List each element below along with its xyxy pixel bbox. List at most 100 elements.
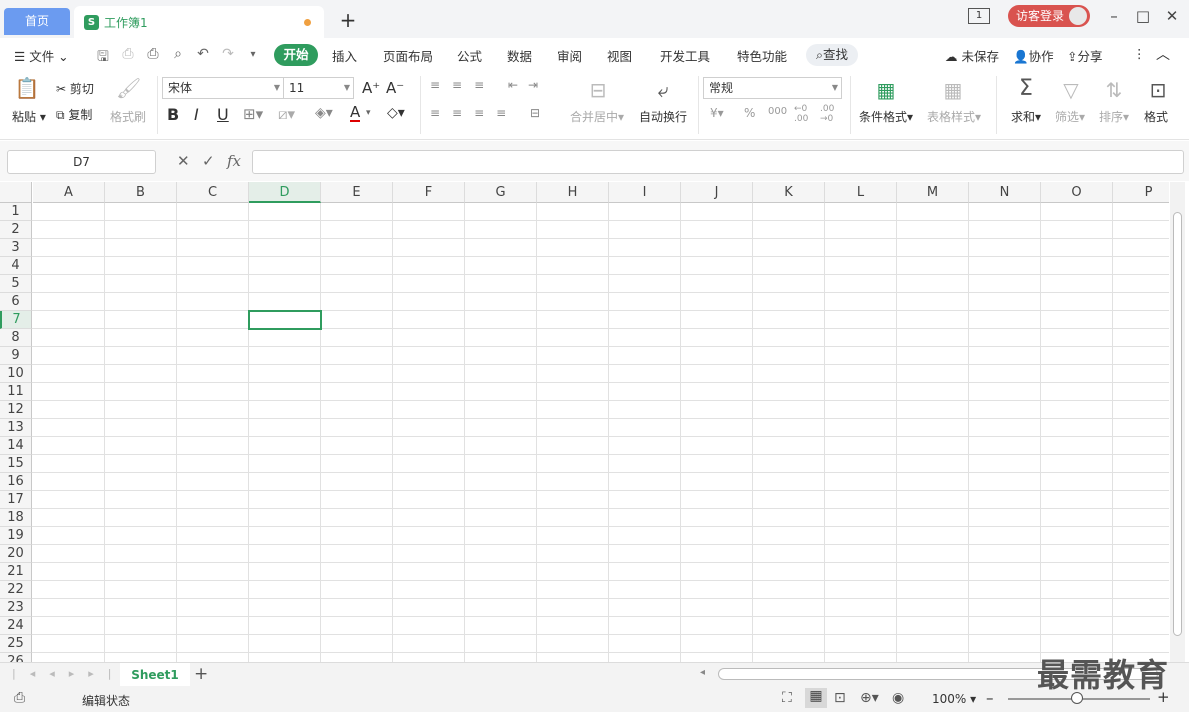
print-preview-icon[interactable]: ⎙ xyxy=(119,46,137,62)
unsaved-button[interactable]: ☁ 未保存 xyxy=(945,46,999,65)
vertical-align-icons[interactable]: ≡≡≡ xyxy=(430,78,496,92)
cancel-icon[interactable]: ✕ xyxy=(177,152,190,170)
row-header[interactable]: 10 xyxy=(0,365,32,383)
scroll-thumb[interactable] xyxy=(1173,212,1182,636)
collab-button[interactable]: 👤协作 xyxy=(1013,46,1054,65)
column-header[interactable]: N xyxy=(969,182,1041,203)
quick-access-dropdown-icon[interactable]: ▾ xyxy=(244,49,262,60)
horizontal-align-icons[interactable]: ≡≡≡≡ xyxy=(430,106,518,120)
clear-format-icon[interactable]: ◇▾ xyxy=(387,105,405,121)
column-header[interactable]: G xyxy=(465,182,537,203)
column-header[interactable]: A xyxy=(33,182,105,203)
table-style-button[interactable]: 表格样式▾ xyxy=(927,108,981,125)
wrap-text-button[interactable]: 自动换行 xyxy=(639,108,687,125)
undo-icon[interactable]: ↶ xyxy=(194,46,212,62)
row-header[interactable]: 15 xyxy=(0,455,32,473)
formula-input[interactable] xyxy=(252,150,1184,174)
column-header[interactable]: D xyxy=(249,182,321,203)
row-header[interactable]: 14 xyxy=(0,437,32,455)
select-all-corner[interactable] xyxy=(0,182,32,203)
format-icon[interactable]: ⊡ xyxy=(1145,78,1171,102)
sheet-tab-sheet1[interactable]: Sheet1 xyxy=(120,663,190,687)
percent-icon[interactable]: % xyxy=(744,106,755,120)
row-header[interactable]: 20 xyxy=(0,545,32,563)
row-header[interactable]: 18 xyxy=(0,509,32,527)
row-header[interactable]: 12 xyxy=(0,401,32,419)
page-break-view-icon[interactable]: ⊕▾ xyxy=(860,690,879,706)
vertical-scrollbar[interactable] xyxy=(1170,182,1185,662)
row-header[interactable]: 23 xyxy=(0,599,32,617)
eye-protection-icon[interactable]: ◉ xyxy=(892,690,904,706)
close-button[interactable]: ✕ xyxy=(1162,7,1182,25)
row-header[interactable]: 22 xyxy=(0,581,32,599)
collapse-ribbon-icon[interactable]: ︿ xyxy=(1156,44,1170,64)
menu-tab-developer[interactable]: 开发工具 xyxy=(660,46,710,65)
fill-color-icon[interactable]: ◈▾ xyxy=(315,105,333,121)
sum-icon[interactable]: Σ xyxy=(1013,76,1039,101)
hscroll-left-icon[interactable]: ◂ xyxy=(700,667,705,678)
menu-tab-data[interactable]: 数据 xyxy=(507,46,532,65)
file-menu[interactable]: ☰ 文件 ⌄ xyxy=(14,46,69,65)
row-header[interactable]: 3 xyxy=(0,239,32,257)
row-header[interactable]: 19 xyxy=(0,527,32,545)
distribute-icon[interactable]: ⊟ xyxy=(530,106,540,120)
font-size-select[interactable]: 11 ▼ xyxy=(283,77,354,99)
column-header[interactable]: I xyxy=(609,182,681,203)
bold-icon[interactable]: B xyxy=(167,105,179,124)
maximize-button[interactable]: □ xyxy=(1133,7,1153,25)
filter-button[interactable]: 筛选▾ xyxy=(1055,108,1085,125)
sort-icon[interactable]: ⇅ xyxy=(1101,78,1127,102)
row-header[interactable]: 1 xyxy=(0,203,32,221)
zoom-level[interactable]: 100% ▾ xyxy=(932,692,976,706)
fullscreen-icon[interactable]: ⛶ xyxy=(782,690,792,706)
row-header[interactable]: 5 xyxy=(0,275,32,293)
font-name-select[interactable]: 宋体 ▼ xyxy=(162,77,284,99)
add-sheet-button[interactable]: + xyxy=(194,664,208,684)
increase-decimal-icon[interactable]: ←0.00 xyxy=(794,104,808,124)
column-header[interactable]: H xyxy=(537,182,609,203)
row-header[interactable]: 16 xyxy=(0,473,32,491)
column-header[interactable]: P xyxy=(1113,182,1169,203)
row-header[interactable]: 11 xyxy=(0,383,32,401)
function-icon[interactable]: fx xyxy=(227,152,241,170)
row-header[interactable]: 4 xyxy=(0,257,32,275)
menu-tab-review[interactable]: 审阅 xyxy=(557,46,582,65)
row-header[interactable]: 24 xyxy=(0,617,32,635)
font-color-icon[interactable]: A xyxy=(350,104,361,122)
menu-tab-page-layout[interactable]: 页面布局 xyxy=(383,46,433,65)
paste-button[interactable]: 粘贴 ▾ xyxy=(12,108,46,125)
currency-icon[interactable]: ¥▾ xyxy=(710,106,724,120)
menu-tab-home[interactable]: 开始 xyxy=(274,44,318,66)
cell-style-icon[interactable]: ⧄▾ xyxy=(278,105,295,123)
sheet-nav-arrows-icon[interactable]: |◂◂▸▸| xyxy=(12,667,126,680)
column-header[interactable]: O xyxy=(1041,182,1113,203)
login-button[interactable]: 访客登录 xyxy=(1008,5,1090,27)
save-icon[interactable]: 🖫 xyxy=(94,46,112,70)
more-icon[interactable]: ⋮ xyxy=(1133,46,1146,61)
indent-icons[interactable]: ⇤⇥ xyxy=(508,78,548,92)
copy-button[interactable]: ⧉ 复制 xyxy=(56,106,92,123)
thousands-icon[interactable]: 000 xyxy=(768,106,787,117)
format-painter-icon[interactable]: 🖌 xyxy=(116,76,141,100)
decrease-decimal-icon[interactable]: .00 →0 xyxy=(820,104,834,124)
decrease-font-icon[interactable]: A⁻ xyxy=(386,79,404,97)
zoom-out-button[interactable]: – xyxy=(986,689,994,707)
tab-workbook[interactable]: S 工作簿1 xyxy=(74,6,324,38)
row-header[interactable]: 9 xyxy=(0,347,32,365)
underline-icon[interactable]: U xyxy=(217,105,229,124)
increase-font-icon[interactable]: A⁺ xyxy=(362,79,380,97)
sort-button[interactable]: 排序▾ xyxy=(1099,108,1129,125)
conditional-format-button[interactable]: 条件格式▾ xyxy=(859,108,913,125)
column-header[interactable]: J xyxy=(681,182,753,203)
font-color-dropdown-icon[interactable]: ▾ xyxy=(366,108,371,118)
merge-center-icon[interactable]: ⊟ xyxy=(585,78,611,102)
column-header[interactable]: K xyxy=(753,182,825,203)
filter-icon[interactable]: ▽ xyxy=(1058,78,1084,102)
italic-icon[interactable]: I xyxy=(194,105,199,124)
active-cell[interactable] xyxy=(248,310,322,330)
number-format-select[interactable]: 常规 ▼ xyxy=(703,77,842,99)
search-button[interactable]: ⌕查找 xyxy=(806,44,858,66)
row-header[interactable]: 26 xyxy=(0,653,32,662)
print-icon[interactable]: ⎙ xyxy=(144,46,162,62)
cut-button[interactable]: ✂ 剪切 xyxy=(56,80,94,97)
